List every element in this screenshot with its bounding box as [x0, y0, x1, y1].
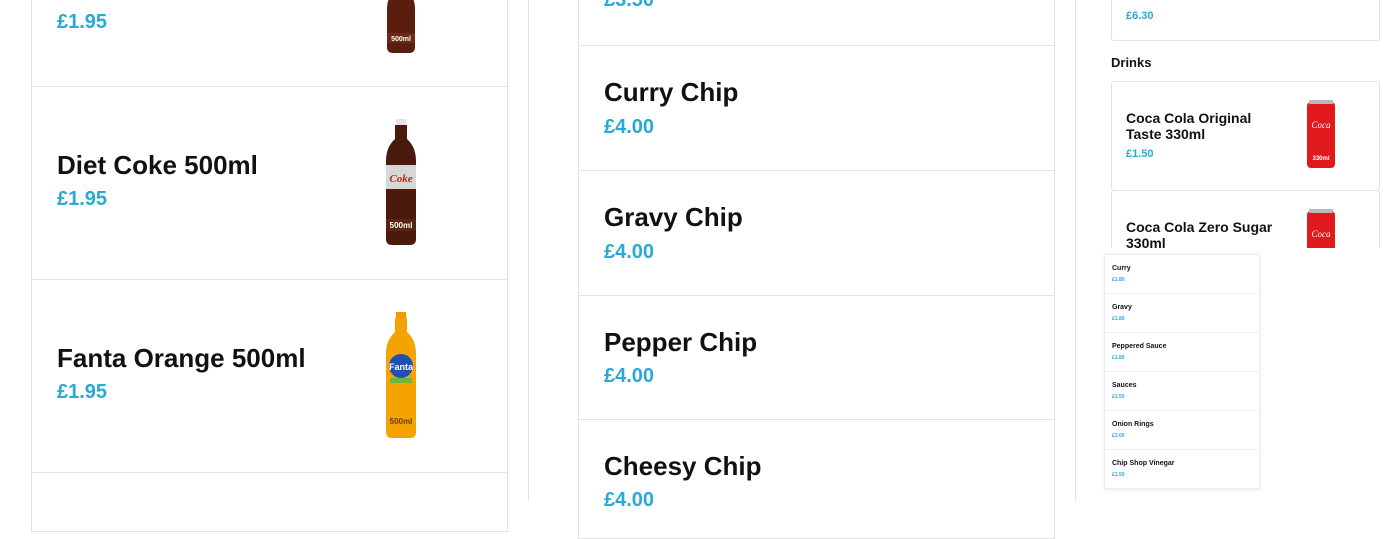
- svg-text:500ml: 500ml: [391, 36, 411, 43]
- menu-item-diet-coke[interactable]: Diet Coke 500ml £1.95 Coke 500ml: [31, 86, 508, 280]
- extra-price: £1.50: [1112, 472, 1125, 478]
- extra-price: £1.80: [1112, 277, 1125, 283]
- item-price: £4.00: [604, 241, 655, 263]
- svg-text:500ml: 500ml: [390, 221, 413, 230]
- extra-option-gravy[interactable]: Gravy £1.80: [1105, 294, 1259, 333]
- menu-item-fanta-orange[interactable]: Fanta Orange 500ml £1.95 Fanta 500ml: [31, 279, 508, 473]
- item-name: Coca Cola Zero Sugar 330ml: [1126, 219, 1273, 251]
- fanta-orange-bottle-image: Fanta 500ml: [386, 312, 416, 438]
- extra-price: £1.80: [1112, 316, 1125, 322]
- svg-text:500ml: 500ml: [390, 417, 413, 426]
- extra-name: Peppered Sauce: [1112, 343, 1167, 350]
- extra-name: Curry: [1112, 265, 1131, 272]
- menu-item-chip-partial[interactable]: £3.50: [578, 0, 1055, 46]
- menu-item-partial[interactable]: [31, 472, 508, 532]
- extra-option-curry[interactable]: Curry £1.80: [1105, 255, 1259, 294]
- extra-price: £3.00: [1112, 433, 1125, 439]
- basket-item-partial[interactable]: £6.30: [1111, 0, 1380, 41]
- menu-item-curry-chip[interactable]: Curry Chip £4.00: [578, 45, 1055, 171]
- extra-option-sauces[interactable]: Sauces £1.50: [1105, 372, 1259, 411]
- menu-item-gravy-chip[interactable]: Gravy Chip £4.00: [578, 170, 1055, 296]
- extra-option-onion-rings[interactable]: Onion Rings £3.00: [1105, 411, 1259, 450]
- coke-bottle-image: 500ml: [387, 0, 415, 53]
- item-price: £4.00: [604, 116, 655, 138]
- svg-text:Coke: Coke: [389, 173, 412, 185]
- svg-text:Fanta: Fanta: [389, 362, 414, 372]
- item-price: £4.00: [604, 365, 655, 387]
- drink-coca-cola-original[interactable]: Coca Cola Original Taste 330ml £1.50 Coc…: [1111, 81, 1380, 191]
- item-price: £1.50: [1126, 148, 1154, 160]
- menu-item-coke-500ml[interactable]: £1.95 500ml: [31, 0, 508, 87]
- extra-name: Gravy: [1112, 304, 1132, 311]
- item-name: Fanta Orange 500ml: [57, 343, 306, 373]
- item-name: Curry Chip: [604, 77, 739, 107]
- item-name: Coca Cola Original Taste 330ml: [1126, 110, 1252, 142]
- column-divider: [528, 0, 529, 500]
- drinks-heading: Drinks: [1111, 55, 1152, 70]
- item-price: £6.30: [1126, 10, 1154, 22]
- item-price: £1.95: [57, 11, 108, 33]
- item-name: Diet Coke 500ml: [57, 150, 258, 180]
- coke-can-image: Coca 330ml: [1307, 100, 1335, 168]
- extra-option-chip-shop-vinegar[interactable]: Chip Shop Vinegar £1.50: [1105, 450, 1259, 489]
- extra-name: Onion Rings: [1112, 421, 1154, 428]
- extra-price: £1.80: [1112, 355, 1125, 361]
- item-price: £3.50: [604, 0, 655, 11]
- svg-text:330ml: 330ml: [1312, 156, 1329, 162]
- extra-price: £1.50: [1112, 394, 1125, 400]
- menu-item-cheesy-chip[interactable]: Cheesy Chip £4.00: [578, 419, 1055, 539]
- extras-dropdown[interactable]: Curry £1.80 Gravy £1.80 Peppered Sauce £…: [1104, 254, 1260, 490]
- item-name: Cheesy Chip: [604, 451, 762, 481]
- menu-item-pepper-chip[interactable]: Pepper Chip £4.00: [578, 295, 1055, 420]
- item-name: Pepper Chip: [604, 327, 758, 357]
- item-name: Gravy Chip: [604, 202, 743, 232]
- extra-name: Chip Shop Vinegar: [1112, 460, 1175, 467]
- extra-name: Sauces: [1112, 382, 1137, 389]
- diet-coke-bottle-image: Coke 500ml: [386, 119, 416, 245]
- item-price: £4.00: [604, 489, 655, 511]
- item-price: £1.95: [57, 188, 108, 210]
- svg-text:Coca: Coca: [1312, 229, 1331, 239]
- item-price: £1.95: [57, 381, 108, 403]
- svg-text:Coca: Coca: [1312, 120, 1331, 130]
- extra-option-peppered-sauce[interactable]: Peppered Sauce £1.80: [1105, 333, 1259, 372]
